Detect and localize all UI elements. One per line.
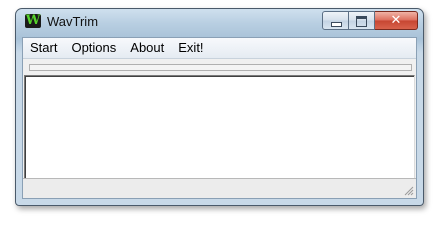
main-window: W WavTrim ✕ Start Options About Exit!	[15, 8, 424, 206]
window-title: WavTrim	[47, 14, 99, 29]
progress-bar	[29, 64, 412, 71]
menu-about[interactable]: About	[123, 39, 171, 57]
menu-options[interactable]: Options	[64, 39, 123, 57]
minimize-icon	[331, 22, 342, 27]
status-bar	[23, 178, 416, 198]
close-button[interactable]: ✕	[375, 11, 418, 30]
minimize-button[interactable]	[322, 11, 349, 30]
wavtrim-w-icon[interactable]: W	[25, 13, 41, 28]
client-area: Start Options About Exit!	[22, 37, 417, 199]
caption-buttons: ✕	[322, 11, 418, 30]
app-icon-letter: W	[25, 13, 41, 28]
title-bar[interactable]: W WavTrim ✕	[16, 9, 423, 37]
menu-bar: Start Options About Exit!	[23, 38, 416, 59]
menu-exit[interactable]: Exit!	[171, 39, 210, 57]
maximize-button[interactable]	[349, 11, 375, 30]
output-text-area[interactable]	[24, 75, 415, 180]
resize-grip-icon[interactable]	[402, 184, 414, 196]
menu-start[interactable]: Start	[23, 39, 64, 57]
maximize-icon	[356, 16, 367, 27]
close-icon: ✕	[390, 13, 402, 28]
